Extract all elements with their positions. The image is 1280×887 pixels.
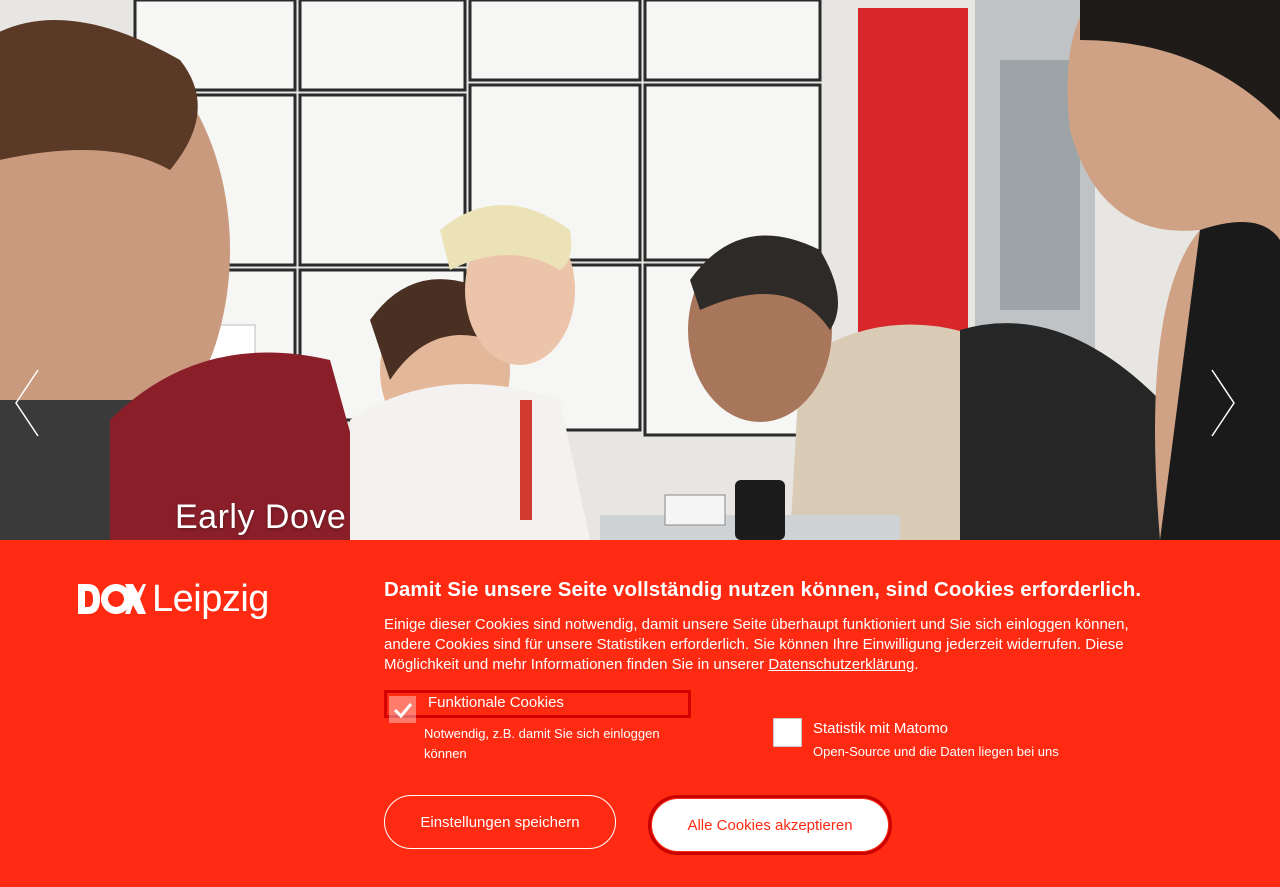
cookie-description: Einige dieser Cookies sind notwendig, da… — [384, 615, 1144, 675]
save-settings-button[interactable]: Einstellungen speichern — [384, 795, 616, 849]
chevron-left-icon — [15, 369, 39, 437]
privacy-policy-link[interactable]: Datenschutzerklärung — [768, 656, 914, 673]
statistics-matomo-label: Statistik mit Matomo — [813, 720, 949, 737]
prev-slide-button[interactable] — [12, 368, 42, 438]
logo-text: Leipzig — [152, 578, 269, 620]
cookie-banner: Leipzig Damit Sie unsere Seite vollständ… — [0, 540, 1280, 887]
statistics-matomo-description: Open-Source und die Daten liegen bei uns — [813, 744, 1059, 759]
next-slide-button[interactable] — [1208, 368, 1238, 438]
hero-image — [0, 0, 1280, 540]
slide-caption: Early Dove — [175, 498, 347, 536]
hero-slider: Early Dove — [0, 0, 1280, 540]
accept-all-cookies-button[interactable]: Alle Cookies akzeptieren — [652, 799, 888, 851]
cookie-description-text: Einige dieser Cookies sind notwendig, da… — [384, 616, 1129, 673]
chevron-right-icon — [1211, 369, 1235, 437]
functional-cookies-description: Notwendig, z.B. damit Sie sich einloggen… — [424, 726, 660, 761]
dok-logo-mark — [78, 583, 146, 615]
period: . — [914, 656, 919, 673]
functional-cookies-checkbox[interactable] — [389, 696, 416, 723]
statistics-matomo-checkbox[interactable] — [773, 718, 802, 747]
check-icon — [393, 702, 412, 718]
dok-leipzig-logo: Leipzig — [78, 578, 269, 620]
functional-cookies-label: Funktionale Cookies — [428, 694, 564, 711]
cookie-title: Damit Sie unsere Seite vollständig nutze… — [384, 578, 1142, 601]
